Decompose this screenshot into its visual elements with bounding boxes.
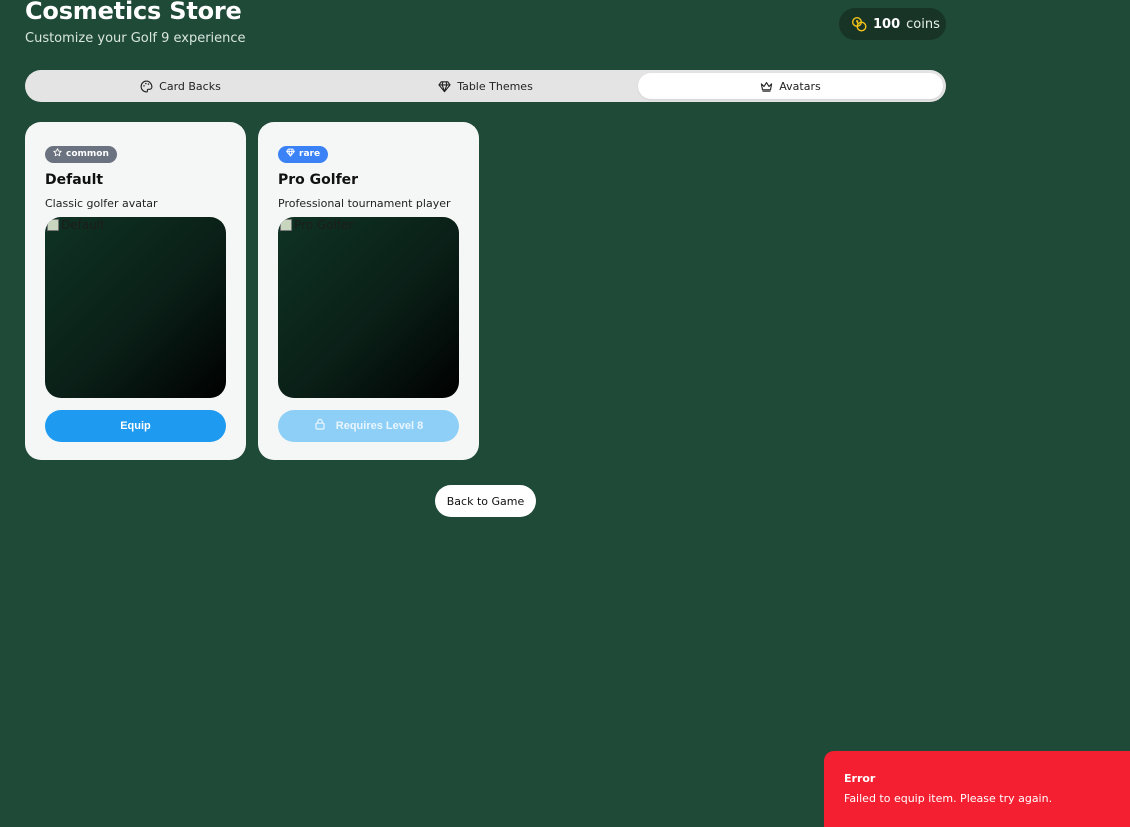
page-header: Cosmetics Store Customize your Golf 9 ex…: [25, 0, 246, 46]
coin-amount: 100: [873, 16, 901, 32]
broken-image-alt: Pro Golfer: [280, 218, 353, 232]
item-name: Default: [45, 171, 104, 188]
tab-label: Card Backs: [159, 79, 221, 93]
tab-card-backs[interactable]: Card Backs: [28, 73, 333, 99]
item-card-default: common Default Classic golfer avatar Def…: [25, 122, 246, 460]
coin-balance: 100 coins: [839, 8, 946, 40]
locked-requirement-button[interactable]: Requires Level 8: [278, 409, 459, 442]
rarity-label: rare: [299, 149, 321, 159]
tab-avatars[interactable]: Avatars: [638, 73, 943, 99]
back-to-game-button[interactable]: Back to Game: [435, 485, 536, 517]
item-name: Pro Golfer: [278, 171, 359, 188]
category-tabs: Card Backs Table Themes Avatars: [25, 70, 946, 102]
page-title: Cosmetics Store: [25, 0, 242, 25]
toast-title: Error: [844, 772, 876, 785]
coin-unit: coins: [906, 16, 940, 32]
item-preview-image: Pro Golfer: [278, 216, 459, 398]
item-preview-image: Default: [45, 216, 226, 398]
rarity-badge: rare: [278, 145, 329, 163]
crown-icon: [760, 80, 773, 93]
item-description: Professional tournament player: [278, 196, 451, 210]
lock-icon: [314, 418, 326, 433]
gem-icon: [286, 148, 295, 160]
rarity-badge: common: [45, 145, 117, 163]
item-card-pro-golfer: rare Pro Golfer Professional tournament …: [258, 122, 479, 460]
broken-image-icon: [280, 218, 292, 231]
item-description: Classic golfer avatar: [45, 196, 158, 210]
broken-image-icon: [47, 218, 59, 231]
equip-button[interactable]: Equip: [45, 409, 226, 442]
coins-icon: [851, 16, 867, 32]
toast-message: Failed to equip item. Please try again.: [844, 792, 1053, 805]
tab-label: Avatars: [779, 79, 821, 93]
page-subtitle: Customize your Golf 9 experience: [25, 31, 246, 46]
rarity-label: common: [66, 149, 109, 159]
tab-table-themes[interactable]: Table Themes: [333, 73, 638, 99]
gem-icon: [438, 80, 451, 93]
tab-label: Table Themes: [457, 79, 533, 93]
star-icon: [53, 148, 62, 160]
error-toast: Error Failed to equip item. Please try a…: [824, 751, 1130, 827]
broken-image-alt: Default: [47, 218, 105, 232]
palette-icon: [140, 80, 153, 93]
